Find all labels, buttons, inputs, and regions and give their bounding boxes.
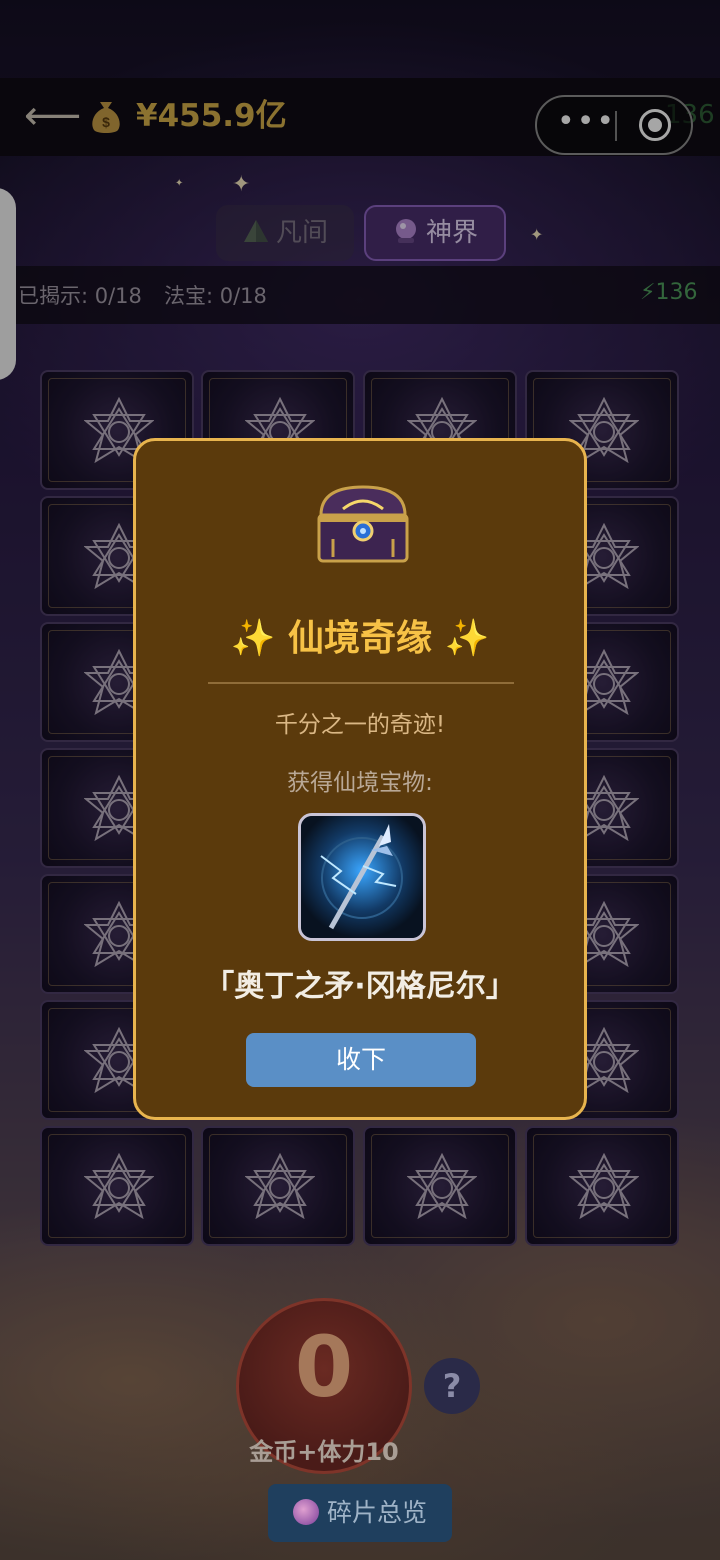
fragment-overview-label: 碎片总览: [326, 1498, 427, 1527]
spear-icon: [301, 816, 423, 938]
fragment-overview-button[interactable]: 碎片总览: [268, 1484, 452, 1542]
modal-subtitle: 千分之一的奇迹!: [274, 712, 446, 738]
treasure-item-name: 「奥丁之矛·冈格尼尔」: [204, 969, 516, 1004]
modal-title: ✨ 仙境奇缘 ✨: [230, 618, 490, 659]
treasure-item-frame: [298, 813, 426, 941]
modal-prompt: 获得仙境宝物:: [287, 770, 433, 796]
reward-count: 0: [294, 1318, 354, 1416]
crystal-ball-icon: [292, 1499, 319, 1525]
accept-button[interactable]: 收下: [246, 1033, 476, 1087]
treasure-chest-icon: [317, 485, 409, 563]
treasure-modal: ✨ 仙境奇缘 ✨ 千分之一的奇迹! 获得仙境宝物: 「奥丁之矛·冈格尼尔」 收下: [133, 438, 587, 1120]
reward-label: 金币+体力10: [249, 1438, 399, 1466]
help-button[interactable]: ?: [424, 1358, 480, 1414]
modal-divider: [208, 682, 514, 684]
